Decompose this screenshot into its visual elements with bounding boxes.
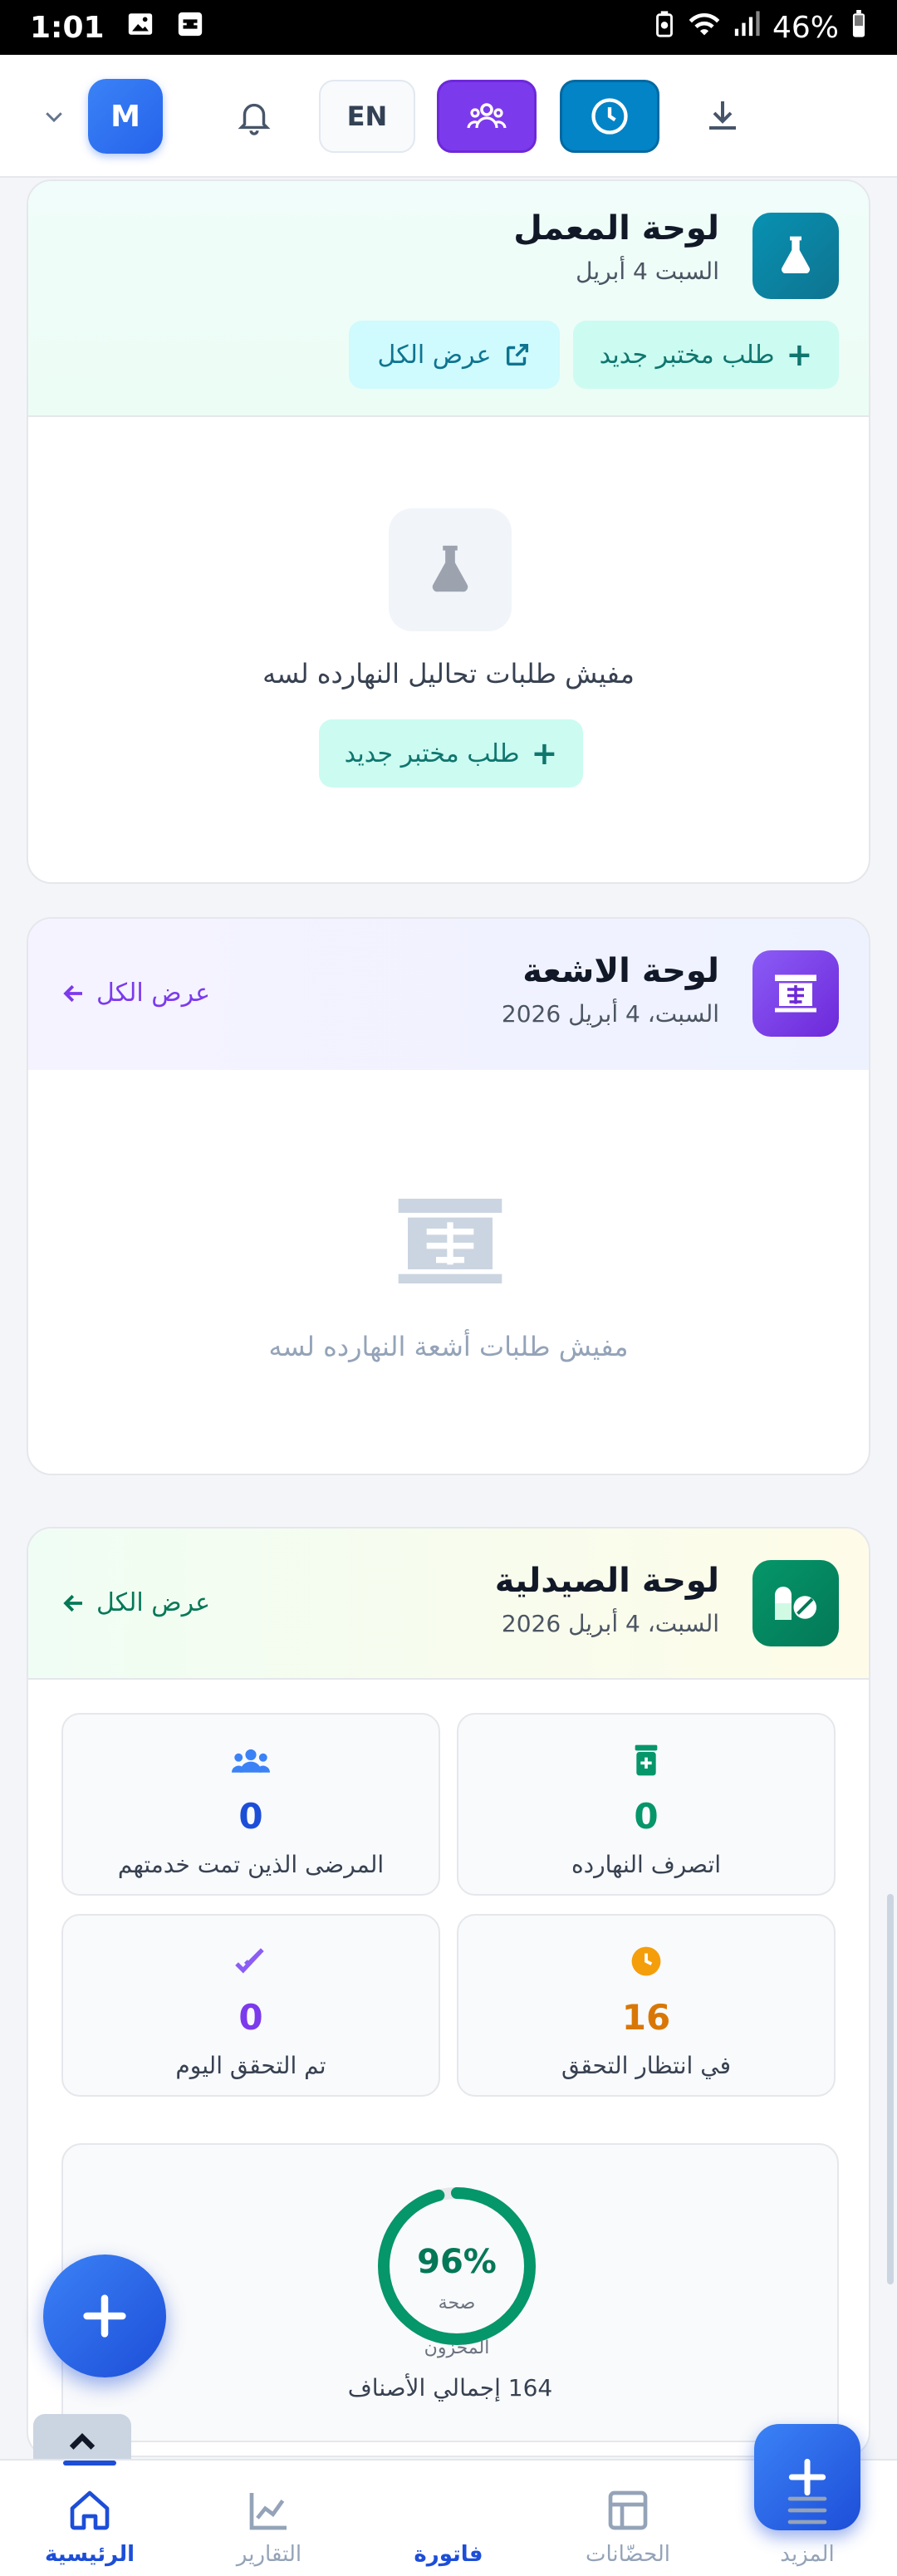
stat-value: 16: [621, 1997, 671, 2038]
bottom-navigation: الرئيسية التقارير فاتورة الحضّانات المزي…: [0, 2424, 897, 2576]
app-notification-icon: [176, 10, 204, 46]
lab-view-all-button[interactable]: عرض الكل: [349, 321, 560, 389]
nav-label: الحضّانات: [585, 2542, 671, 2567]
radiology-card-title: لوحة الاشعة: [522, 952, 719, 990]
chevron-up-icon: [69, 2432, 96, 2450]
floating-add-button[interactable]: [43, 2255, 166, 2377]
pharmacy-view-all-label: عرض الكل: [96, 1588, 211, 1617]
lab-dashboard-card: لوحة المعمل السبت 4 أبريل + طلب مختبر جد…: [27, 179, 870, 884]
radiology-empty-message: مفيش طلبات أشعة النهارده لسه: [268, 1331, 629, 1362]
pharmacy-card-date: السبت، 4 أبريل 2026: [501, 1610, 719, 1637]
external-link-icon: [506, 343, 528, 366]
active-indicator: [63, 2461, 116, 2466]
pharmacy-card-header: لوحة الصيدلية السبت، 4 أبريل 2026 عرض ال…: [28, 1528, 869, 1680]
nav-item-invoice[interactable]: فاتورة: [359, 2424, 860, 2576]
status-bar: 1:01 46%: [0, 0, 897, 55]
pills-icon: [752, 1560, 839, 1646]
stock-health-gauge: 96% صحة المخزون: [375, 2185, 538, 2358]
battery-icon: [850, 9, 867, 46]
arrow-left-icon: [63, 984, 82, 1002]
nav-label: فاتورة: [414, 2542, 483, 2567]
users-icon: [230, 1739, 272, 1781]
stat-verified-today: 0 تم التحقق اليوم: [61, 1914, 440, 2097]
radiology-view-all-link[interactable]: عرض الكل: [61, 979, 210, 1008]
wifi-icon: [688, 10, 721, 46]
stock-health-label-line2: المخزون: [424, 2338, 490, 2358]
stat-value: 0: [238, 1997, 263, 2038]
avatar-letter: M: [110, 99, 140, 134]
lab-card-header: لوحة المعمل السبت 4 أبريل + طلب مختبر جد…: [28, 181, 869, 417]
stock-health-label-line1: صحة: [438, 2293, 476, 2313]
lab-flask-icon: [752, 213, 839, 299]
radiology-card-date: السبت، 4 أبريل 2026: [501, 1000, 719, 1028]
stat-value: 0: [634, 1796, 659, 1837]
lab-view-all-label: عرض الكل: [377, 340, 492, 370]
users-icon: [467, 103, 507, 129]
user-avatar[interactable]: M: [88, 79, 163, 154]
lab-empty-new-request-label: طلب مختبر جديد: [344, 738, 520, 768]
stat-label: في انتظار التحقق: [561, 2052, 731, 2079]
lab-empty-new-request-button[interactable]: + طلب مختبر جديد: [319, 719, 583, 788]
radiology-view-all-label: عرض الكل: [96, 979, 211, 1008]
plus-icon: +: [531, 735, 558, 772]
language-label: EN: [346, 101, 388, 132]
plus-icon: +: [786, 336, 813, 373]
stat-label: تم التحقق اليوم: [175, 2052, 326, 2079]
notifications-button[interactable]: [221, 80, 287, 153]
stock-health-panel: 96% صحة المخزون 164 إجمالي الأصناف: [61, 2143, 839, 2442]
chevron-down-icon: [46, 112, 62, 123]
radiology-dashboard-card: لوحة الاشعة السبت، 4 أبريل 2026 عرض الكل…: [27, 917, 870, 1475]
bell-icon: [238, 103, 271, 135]
empty-xray-icon: [394, 1193, 507, 1289]
account-menu-chevron[interactable]: [33, 80, 75, 153]
double-check-icon: [230, 1941, 272, 1982]
menu-icon: [784, 2487, 831, 2534]
download-button[interactable]: [689, 80, 756, 153]
clock-icon: [625, 1941, 667, 1982]
lab-empty-message: مفيش طلبات تحاليل النهارده لسه: [262, 658, 635, 689]
gallery-icon: [126, 10, 154, 46]
nav-item-more[interactable]: المزيد: [718, 2461, 897, 2576]
stat-patients-served: 0 المرضى الذين تمت خدمتهم: [61, 1713, 440, 1896]
top-header: M EN: [0, 55, 897, 178]
layout-icon: [605, 2487, 651, 2534]
nav-item-reports[interactable]: التقارير: [179, 2461, 359, 2576]
stat-label: المرضى الذين تمت خدمتهم: [117, 1851, 385, 1878]
clock-icon: [591, 98, 628, 135]
xray-icon: [752, 950, 839, 1037]
stat-dispensed-today: 0 اتصرف النهارده: [457, 1713, 836, 1896]
nav-label: الرئيسية: [44, 2542, 135, 2567]
language-toggle-button[interactable]: EN: [319, 80, 415, 153]
pharmacy-view-all-link[interactable]: عرض الكل: [61, 1588, 210, 1617]
home-icon: [66, 2487, 113, 2534]
new-lab-request-label: طلب مختبر جديد: [599, 340, 775, 370]
nav-label: التقارير: [236, 2542, 302, 2567]
pharmacy-card-title: لوحة الصيدلية: [494, 1562, 719, 1600]
arrow-left-icon: [63, 1594, 82, 1612]
nav-label: المزيد: [780, 2542, 835, 2567]
new-lab-request-button[interactable]: + طلب مختبر جديد: [573, 321, 839, 389]
stock-total-items: 164 إجمالي الأصناف: [347, 2374, 553, 2402]
stat-value: 0: [238, 1796, 263, 1837]
scrollbar[interactable]: [887, 1894, 894, 2284]
stat-pending-verification: 16 في انتظار التحقق: [457, 1914, 836, 2097]
battery-saver-icon: [653, 10, 676, 46]
patients-queue-button[interactable]: [437, 80, 537, 153]
download-icon: [709, 101, 736, 130]
prescription-bottle-icon: [625, 1739, 667, 1781]
shift-clock-button[interactable]: [560, 80, 659, 153]
battery-percent: 46%: [772, 10, 839, 45]
signal-icon: [733, 10, 761, 46]
lab-card-title: لوحة المعمل: [513, 209, 719, 248]
plus-icon: [83, 2294, 126, 2338]
stat-label: اتصرف النهارده: [571, 1851, 722, 1878]
status-time: 1:01: [30, 10, 105, 45]
lab-card-date: السبت 4 أبريل: [576, 258, 719, 285]
stock-health-percent: 96%: [417, 2243, 497, 2281]
nav-item-home[interactable]: الرئيسية: [0, 2461, 179, 2576]
radiology-card-header: لوحة الاشعة السبت، 4 أبريل 2026 عرض الكل: [28, 919, 869, 1070]
nav-item-incubators[interactable]: الحضّانات: [538, 2461, 718, 2576]
empty-flask-icon: [389, 508, 512, 631]
chart-line-icon: [246, 2487, 292, 2534]
